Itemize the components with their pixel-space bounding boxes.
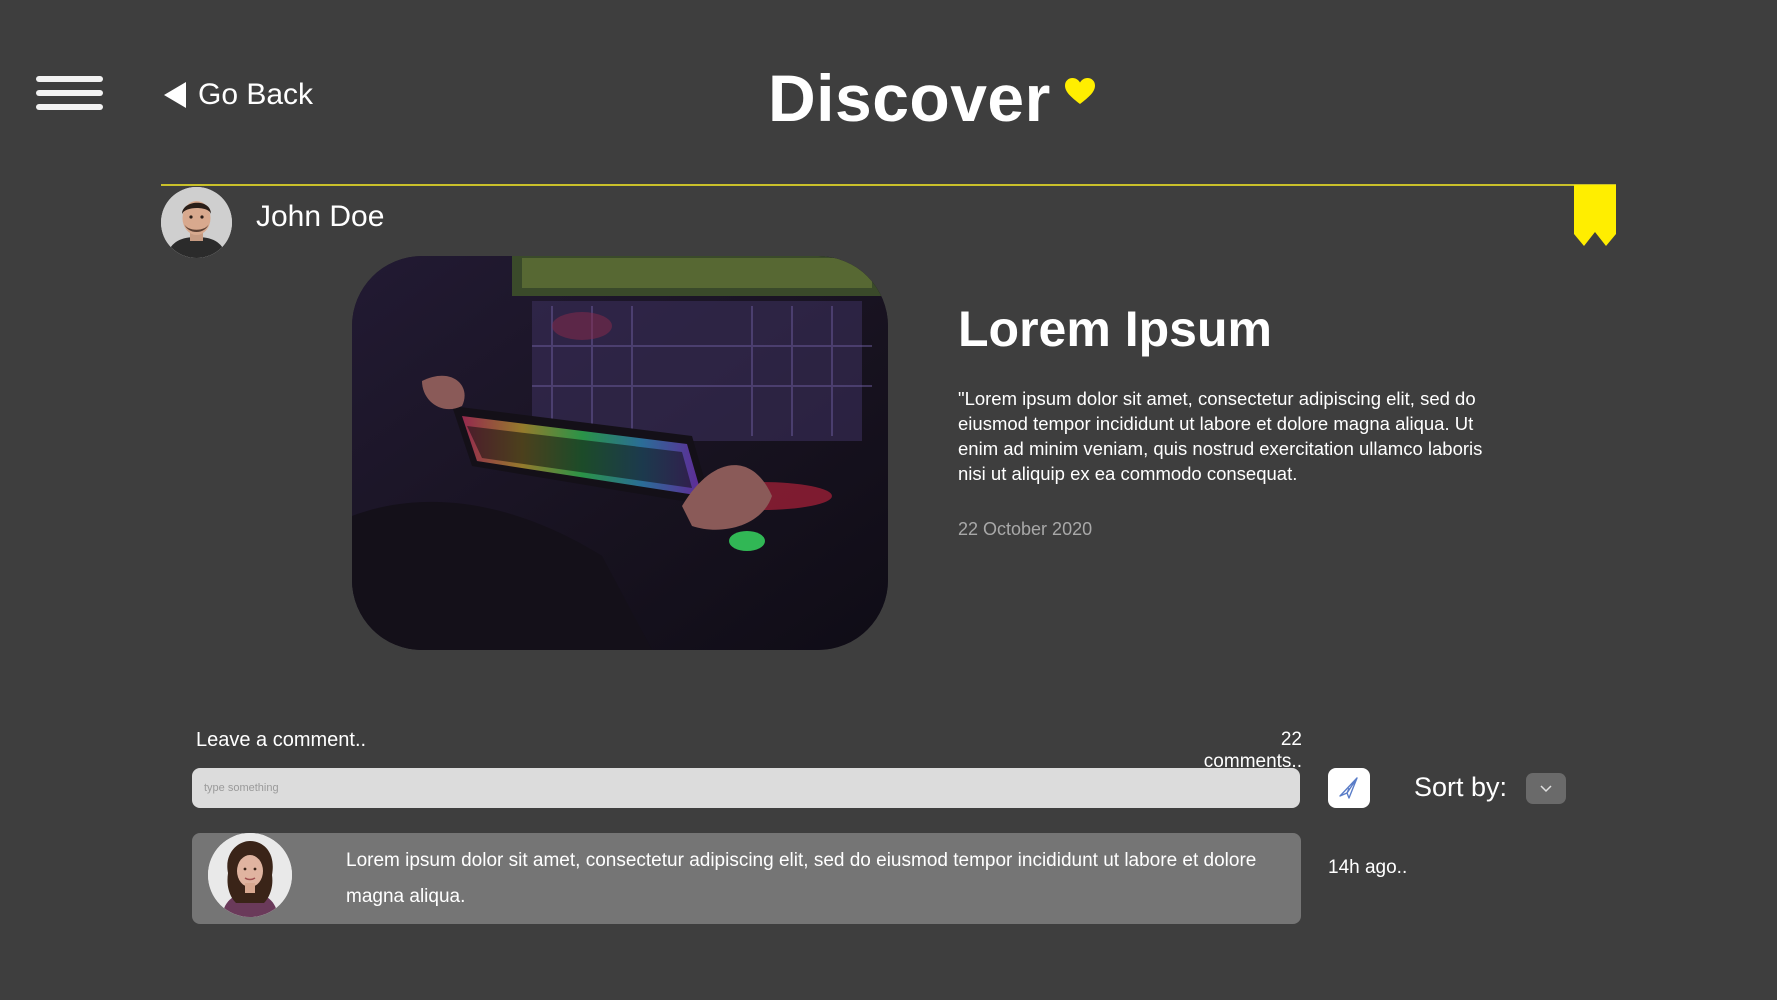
- paper-plane-icon: [1339, 777, 1358, 799]
- comment-item: Lorem ipsum dolor sit amet, consectetur …: [192, 833, 1301, 924]
- menu-line: [36, 76, 103, 82]
- comment-input[interactable]: [192, 768, 1300, 808]
- sort-dropdown[interactable]: [1526, 773, 1566, 804]
- post-image: [352, 256, 888, 650]
- commenter-avatar-image: [208, 833, 292, 917]
- page-title: Discover: [768, 61, 1051, 135]
- menu-line: [36, 104, 103, 110]
- author-name[interactable]: John Doe: [256, 200, 384, 234]
- hamburger-menu-icon[interactable]: [36, 76, 103, 114]
- heart-icon[interactable]: [1064, 78, 1095, 105]
- send-comment-button[interactable]: [1328, 768, 1370, 808]
- comment-prompt: Leave a comment..: [196, 729, 367, 751]
- comment-text: Lorem ipsum dolor sit amet, consectetur …: [346, 850, 1257, 907]
- sort-label: Sort by:: [1414, 772, 1508, 802]
- comment-count[interactable]: 22 comments..: [1180, 729, 1302, 773]
- chevron-down-icon: [1540, 784, 1552, 792]
- post-body: "Lorem ipsum dolor sit amet, consectetur…: [958, 388, 1483, 484]
- back-arrow-icon: [164, 82, 186, 108]
- go-back-link[interactable]: Go Back: [164, 78, 313, 112]
- comment-timestamp: 14h ago..: [1328, 857, 1408, 878]
- header-divider: [161, 184, 1616, 186]
- bookmark-icon[interactable]: [1574, 185, 1616, 246]
- post-image-keyboard: [352, 256, 888, 650]
- page-header: Discover: [768, 58, 1095, 138]
- post-date: 22 October 2020: [958, 519, 1093, 539]
- go-back-label: Go Back: [198, 78, 314, 111]
- author-avatar[interactable]: [161, 187, 232, 258]
- discover-page: Go Back Discover John Doe Lorem Ipsum "L…: [0, 0, 1777, 1000]
- author-avatar-image: [161, 187, 232, 258]
- post-title: Lorem Ipsum: [958, 301, 1272, 357]
- menu-line: [36, 90, 103, 96]
- commenter-avatar[interactable]: [208, 833, 292, 917]
